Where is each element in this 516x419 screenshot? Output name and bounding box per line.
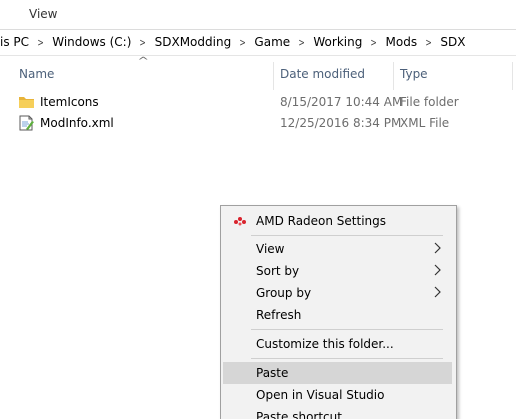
chevron-right-icon[interactable]: >	[423, 36, 434, 49]
column-header-name[interactable]: Name	[19, 67, 54, 81]
column-header-date-modified[interactable]: Date modified	[280, 67, 365, 81]
chevron-right-icon[interactable]: >	[35, 36, 46, 49]
menu-separator	[251, 358, 443, 359]
file-type: File folder	[400, 95, 459, 109]
breadcrumb-working[interactable]: Working	[309, 35, 366, 49]
menu-item-label: Paste shortcut	[256, 410, 342, 419]
menu-item-refresh[interactable]: Refresh	[223, 304, 452, 326]
chevron-right-icon[interactable]: >	[369, 36, 380, 49]
breadcrumb-this-pc[interactable]: is PC	[0, 35, 33, 49]
chevron-right-icon[interactable]: >	[138, 36, 149, 49]
menu-item-group-by[interactable]: Group by	[223, 282, 452, 304]
sort-ascending-icon: ^	[137, 56, 150, 67]
amd-radeon-icon	[233, 215, 247, 227]
submenu-arrow-icon	[432, 263, 442, 277]
file-explorer-window: View is PC > Windows (C:) > SDXModding >…	[0, 0, 516, 419]
breadcrumb-mods[interactable]: Mods	[382, 35, 422, 49]
column-divider[interactable]	[393, 62, 394, 90]
breadcrumb-sdxmodding[interactable]: SDXModding	[151, 35, 236, 49]
menu-item-sort-by[interactable]: Sort by	[223, 260, 452, 282]
file-row[interactable]: ModInfo.xml 12/25/2016 8:34 PM XML File	[0, 113, 516, 134]
menu-item-view[interactable]: View	[223, 238, 452, 260]
file-date-modified: 8/15/2017 10:44 AM	[280, 95, 403, 109]
submenu-arrow-icon	[432, 285, 442, 299]
xml-file-icon	[18, 115, 35, 131]
ribbon: View	[0, 0, 516, 30]
menu-item-label: AMD Radeon Settings	[256, 214, 387, 228]
breadcrumb-windows-c[interactable]: Windows (C:)	[48, 35, 135, 49]
breadcrumb-game[interactable]: Game	[250, 35, 294, 49]
column-divider[interactable]	[512, 62, 513, 90]
breadcrumb-sdx[interactable]: SDX	[436, 35, 469, 49]
menu-item-open-in-visual-studio[interactable]: Open in Visual Studio	[223, 384, 452, 406]
chevron-right-icon[interactable]: >	[237, 36, 248, 49]
folder-icon	[18, 94, 35, 110]
file-name: ItemIcons	[40, 95, 99, 109]
chevron-right-icon[interactable]: >	[296, 36, 307, 49]
menu-item-amd-radeon-settings[interactable]: AMD Radeon Settings	[223, 210, 452, 232]
menu-item-label: Refresh	[256, 308, 302, 322]
file-date-modified: 12/25/2016 8:34 PM	[280, 116, 402, 130]
submenu-arrow-icon	[432, 241, 442, 255]
menu-item-label: Sort by	[256, 264, 300, 278]
menu-separator	[251, 235, 443, 236]
context-menu: AMD Radeon Settings View Sort by Group b…	[220, 205, 457, 419]
menu-item-paste-shortcut[interactable]: Paste shortcut	[223, 406, 452, 419]
file-row[interactable]: ItemIcons 8/15/2017 10:44 AM File folder	[0, 92, 516, 113]
column-divider[interactable]	[273, 62, 274, 90]
column-header-type[interactable]: Type	[400, 67, 428, 81]
menu-item-label: Paste	[256, 366, 289, 380]
menu-separator	[251, 329, 443, 330]
menu-item-label: Customize this folder...	[256, 337, 394, 351]
file-type: XML File	[400, 116, 450, 130]
ribbon-tab-view[interactable]: View	[29, 7, 57, 21]
column-headers: ^ Name Date modified Type	[0, 56, 516, 90]
address-bar[interactable]: is PC > Windows (C:) > SDXModding > Game…	[0, 29, 516, 56]
file-name: ModInfo.xml	[40, 116, 114, 130]
menu-item-paste[interactable]: Paste	[223, 362, 452, 384]
menu-item-label: Group by	[256, 286, 312, 300]
menu-item-label: View	[256, 242, 285, 256]
breadcrumb: is PC > Windows (C:) > SDXModding > Game…	[0, 29, 469, 55]
menu-item-label: Open in Visual Studio	[256, 388, 385, 402]
menu-item-customize-folder[interactable]: Customize this folder...	[223, 333, 452, 355]
